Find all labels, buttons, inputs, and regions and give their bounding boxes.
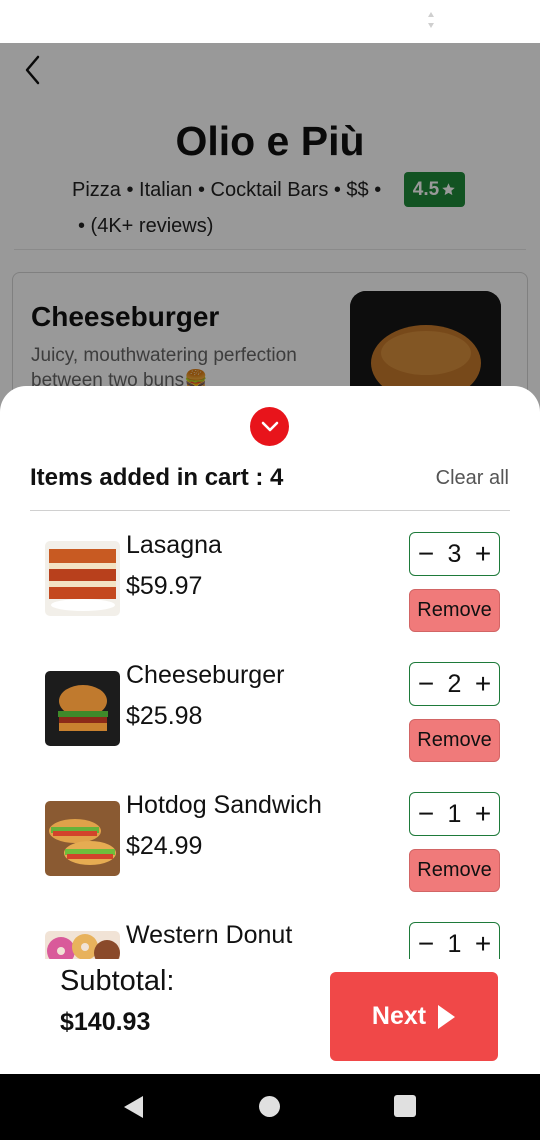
quantity-stepper: − 1 + [409, 922, 500, 959]
cart-list[interactable]: Lasagna $59.97 − 3 + Remove Cheeseburger [0, 516, 540, 959]
quantity-value: 3 [447, 539, 462, 568]
increment-button[interactable]: + [474, 670, 492, 698]
increment-button[interactable]: + [474, 540, 492, 568]
cart-item-cheeseburger: Cheeseburger $25.98 − 2 + Remove [0, 646, 540, 776]
decrement-button[interactable]: − [417, 800, 435, 828]
item-price: $24.99 [126, 832, 203, 860]
remove-button[interactable]: Remove [409, 719, 500, 762]
subtotal-value: $140.93 [60, 1008, 151, 1036]
item-price: $59.97 [126, 572, 203, 600]
play-triangle-icon [438, 1004, 456, 1029]
item-name: Lasagna [126, 531, 222, 559]
lasagna-image [45, 541, 120, 616]
nav-recents-icon[interactable] [394, 1095, 416, 1117]
quantity-value: 1 [447, 929, 462, 958]
remove-button[interactable]: Remove [409, 849, 500, 892]
quantity-stepper: − 3 + [409, 532, 500, 576]
decrement-button[interactable]: − [417, 930, 435, 958]
cheeseburger-image [45, 671, 120, 746]
quantity-value: 1 [447, 799, 462, 828]
decrement-button[interactable]: − [417, 670, 435, 698]
decrement-button[interactable]: − [417, 540, 435, 568]
status-bar [0, 0, 540, 43]
chevron-down-icon [261, 421, 278, 431]
item-name: Western Donut [126, 921, 293, 949]
item-price: $25.98 [126, 702, 203, 730]
remove-button[interactable]: Remove [409, 589, 500, 632]
cart-bottom-sheet: Items added in cart : 4 Clear all Lasagn… [0, 386, 540, 1074]
western-donut-image [45, 931, 120, 959]
item-name: Hotdog Sandwich [126, 791, 322, 819]
next-button-label: Next [371, 1002, 427, 1030]
subtotal-label: Subtotal: [60, 965, 175, 997]
clear-all-button[interactable]: Clear all [436, 467, 509, 490]
system-navigation-bar [0, 1074, 540, 1140]
nav-back-icon[interactable] [121, 1094, 145, 1120]
quantity-stepper: − 2 + [409, 662, 500, 706]
collapse-sheet-button[interactable] [250, 407, 289, 446]
item-name: Cheeseburger [126, 661, 285, 689]
increment-button[interactable]: + [474, 800, 492, 828]
cart-item-western-donut: Western Donut − 1 + [0, 906, 540, 959]
divider [30, 510, 510, 511]
quantity-value: 2 [447, 669, 462, 698]
cart-item-lasagna: Lasagna $59.97 − 3 + Remove [0, 516, 540, 646]
quantity-stepper: − 1 + [409, 792, 500, 836]
nav-home-icon[interactable] [259, 1096, 280, 1117]
scroll-indicator-icon [428, 12, 434, 28]
cart-title: Items added in cart : 4 [30, 464, 284, 491]
hotdog-sandwich-image [45, 801, 120, 876]
next-button[interactable]: Next [330, 972, 498, 1061]
cart-item-hotdog-sandwich: Hotdog Sandwich $24.99 − 1 + Remove [0, 776, 540, 906]
increment-button[interactable]: + [474, 930, 492, 958]
